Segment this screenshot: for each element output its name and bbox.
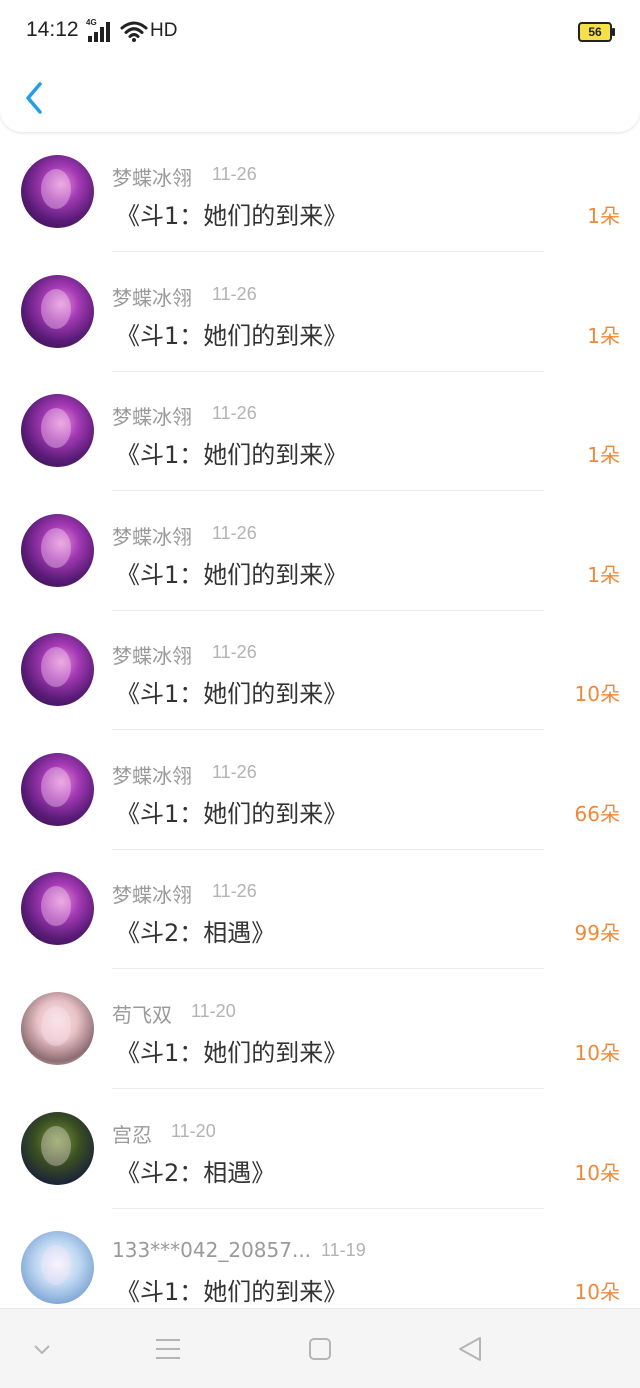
book-title: 《斗1：她们的到来》 [116,1039,348,1067]
list-item[interactable]: 苟飞双 11-20 《斗1：她们的到来》 10朵 [0,969,640,1089]
book-title: 《斗1：她们的到来》 [116,1278,348,1306]
post-date: 11-26 [212,881,257,901]
list-item[interactable]: 梦蝶冰翎 11-26 《斗1：她们的到来》 10朵 [0,610,640,730]
book-title: 《斗1：她们的到来》 [116,561,348,589]
hd-indicator: HD [150,20,178,41]
post-date: 11-26 [212,284,257,304]
book-title: 《斗1：她们的到来》 [116,202,348,230]
avatar[interactable] [21,155,94,228]
chevron-down-icon[interactable] [26,1331,62,1367]
gift-count: 1朵 [587,563,620,587]
post-date: 11-20 [171,1121,216,1141]
avatar[interactable] [21,872,94,945]
post-date: 11-26 [212,523,257,543]
avatar[interactable] [21,753,94,826]
avatar[interactable] [21,992,94,1065]
home-square-icon[interactable] [302,1331,338,1367]
back-button[interactable] [18,76,54,120]
signal-icon: 4G [86,18,116,42]
user-name: 梦蝶冰翎 [112,764,192,788]
user-name: 梦蝶冰翎 [112,644,192,668]
user-name: 梦蝶冰翎 [112,286,192,310]
user-name: 苟飞双 [112,1003,172,1027]
gift-count: 10朵 [574,1161,620,1185]
post-date: 11-26 [212,642,257,662]
gift-count: 10朵 [574,682,620,706]
header: 14:12 4G HD 56 [0,0,640,132]
list-item[interactable]: 梦蝶冰翎 11-26 《斗2：相遇》 99朵 [0,849,640,969]
status-time: 14:12 [26,18,79,41]
user-name: 梦蝶冰翎 [112,166,192,190]
gift-count: 99朵 [574,921,620,945]
book-title: 《斗1：她们的到来》 [116,680,348,708]
avatar[interactable] [21,275,94,348]
book-title: 《斗2：相遇》 [116,919,276,947]
gift-count: 10朵 [574,1041,620,1065]
book-title: 《斗1：她们的到来》 [116,441,348,469]
book-title: 《斗2：相遇》 [116,1159,276,1187]
list-item[interactable]: 宫忍 11-20 《斗2：相遇》 10朵 [0,1089,640,1209]
battery-icon: 56 [578,22,615,42]
back-triangle-icon[interactable] [452,1331,488,1367]
avatar[interactable] [21,394,94,467]
list-item[interactable]: 梦蝶冰翎 11-26 《斗1：她们的到来》 66朵 [0,730,640,850]
user-name: 梦蝶冰翎 [112,883,192,907]
list-item[interactable]: 梦蝶冰翎 11-26 《斗1：她们的到来》 1朵 [0,491,640,611]
gift-count: 1朵 [587,324,620,348]
gift-count: 1朵 [587,443,620,467]
user-name: 梦蝶冰翎 [112,525,192,549]
list-item[interactable]: 梦蝶冰翎 11-26 《斗1：她们的到来》 1朵 [0,371,640,491]
post-date: 11-26 [212,403,257,423]
post-date: 11-26 [212,762,257,782]
book-title: 《斗1：她们的到来》 [116,322,348,350]
gift-count: 66朵 [574,802,620,826]
user-name: 梦蝶冰翎 [112,405,192,429]
avatar[interactable] [21,514,94,587]
avatar[interactable] [21,633,94,706]
system-nav-bar [0,1308,640,1388]
battery-level: 56 [588,25,602,39]
avatar[interactable] [21,1112,94,1185]
gift-count: 10朵 [574,1280,620,1304]
list-item[interactable]: 梦蝶冰翎 11-26 《斗1：她们的到来》 1朵 [0,252,640,372]
user-name: 宫忍 [112,1123,152,1147]
post-date: 11-26 [212,164,257,184]
wifi-icon [120,21,148,42]
user-name: 133***042_20857... [112,1238,312,1262]
avatar[interactable] [21,1231,94,1304]
menu-icon[interactable] [150,1331,186,1367]
status-bar: 14:12 4G HD 56 [0,0,640,64]
gift-count: 1朵 [587,204,620,228]
post-date: 11-20 [191,1001,236,1021]
list-item[interactable]: 梦蝶冰翎 11-26 《斗1：她们的到来》 1朵 [0,132,640,252]
network-type: 4G [86,18,97,27]
post-date: 11-19 [321,1240,366,1260]
book-title: 《斗1：她们的到来》 [116,800,348,828]
chevron-left-icon [26,82,42,114]
